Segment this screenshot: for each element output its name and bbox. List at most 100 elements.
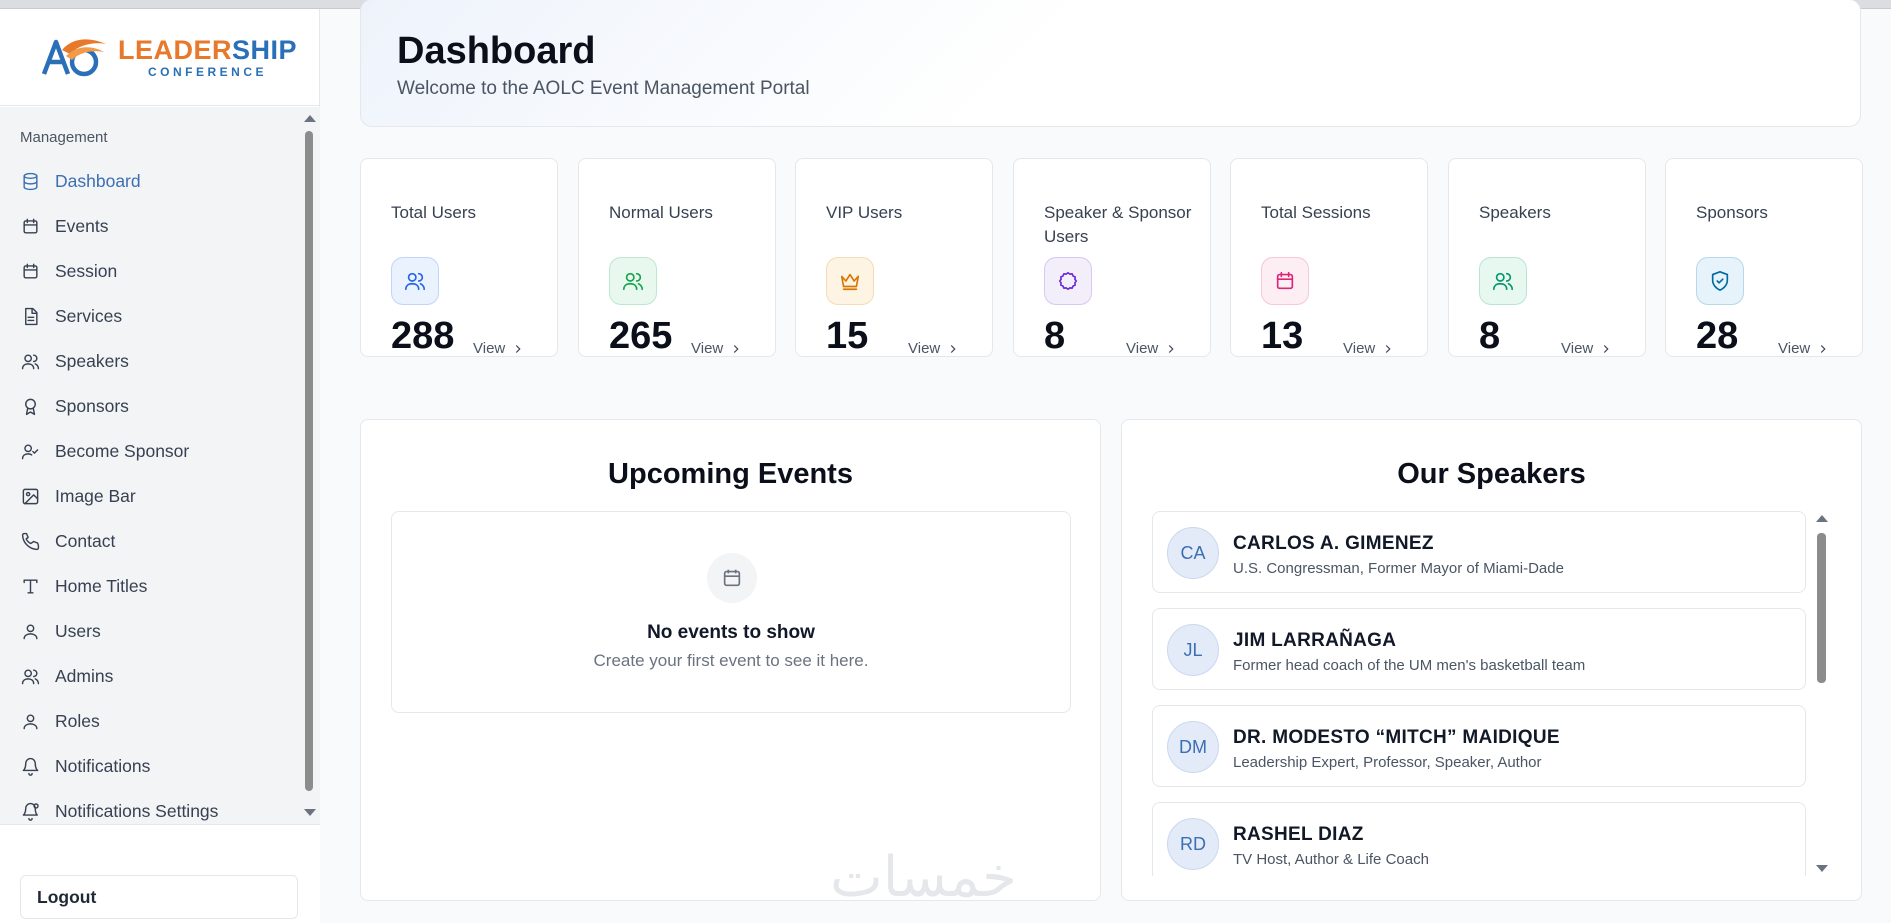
stat-card-speaker-sponsor-users: Speaker & Sponsor Users 8 View — [1013, 158, 1211, 357]
speaker-title: Leadership Expert, Professor, Speaker, A… — [1233, 754, 1542, 771]
stat-card-vip-users: VIP Users 15 View — [795, 158, 993, 357]
stat-label: VIP Users — [826, 203, 903, 222]
speaker-item[interactable]: CA CARLOS A. GIMENEZ U.S. Congressman, For… — [1152, 511, 1806, 593]
sidebar-item-services[interactable]: Services — [0, 294, 300, 339]
sidebar-item-label: Image Bar — [55, 486, 136, 506]
view-link[interactable]: View — [1561, 340, 1613, 357]
calendar-icon — [20, 262, 40, 282]
sidebar-scrollbar[interactable] — [302, 107, 316, 824]
view-link-label: View — [1778, 340, 1811, 357]
type-icon — [20, 577, 40, 597]
sidebar-item-label: Contact — [55, 531, 116, 551]
stat-card-total-users: Total Users 288 View — [360, 158, 558, 357]
speaker-name: DR. MODESTO “MITCH” MAIDIQUE — [1233, 727, 1560, 748]
sidebar-item-image-bar[interactable]: Image Bar — [0, 474, 300, 519]
aolc-logo[interactable]: LEADERSHIP CONFERENCE — [40, 34, 297, 80]
our-speakers-title: Our Speakers — [1397, 458, 1586, 490]
chevron-right-icon — [1169, 344, 1174, 353]
scrollbar-thumb[interactable] — [1817, 533, 1826, 683]
sidebar-item-session[interactable]: Session — [0, 249, 300, 294]
stat-value: 13 — [1261, 315, 1304, 357]
stat-value: 15 — [826, 315, 869, 357]
speaker-item[interactable]: RD RASHEL DIAZ TV Host, Author & Life Coac… — [1152, 802, 1806, 876]
avatar: JL — [1167, 624, 1219, 676]
view-link-label: View — [691, 340, 724, 357]
document-icon — [20, 307, 40, 327]
sidebar-item-label: Session — [55, 261, 118, 281]
sidebar-item-label: Admins — [55, 666, 114, 686]
calendar-icon — [20, 217, 40, 237]
sidebar-item-label: Notifications Settings — [55, 801, 219, 821]
chevron-right-icon — [1386, 344, 1391, 353]
sidebar-item-become-sponsor[interactable]: Become Sponsor — [0, 429, 300, 474]
sidebar-item-notifications[interactable]: Notifications — [0, 744, 300, 789]
scroll-up-arrow-icon[interactable] — [304, 115, 316, 122]
scrollbar-thumb[interactable] — [305, 131, 313, 791]
page-title: Dashboard — [397, 30, 596, 72]
logo-title: LEADERSHIP — [118, 34, 298, 65]
speaker-item[interactable]: DM DR. MODESTO “MITCH” MAIDIQUE Leadership… — [1152, 705, 1806, 787]
chevron-right-icon — [951, 344, 956, 353]
sidebar-item-label: Notifications — [55, 756, 151, 776]
view-link-label: View — [1343, 340, 1376, 357]
sidebar-item-admins[interactable]: Admins — [0, 654, 300, 699]
stat-label: Speaker & Sponsor Users — [1044, 203, 1192, 246]
circle-badge-icon — [1044, 257, 1092, 305]
sidebar-item-label: Sponsors — [55, 396, 129, 416]
stat-label: Sponsors — [1696, 203, 1768, 222]
image-icon — [20, 487, 40, 507]
view-link[interactable]: View — [1778, 340, 1830, 357]
avatar: CA — [1167, 527, 1219, 579]
users-icon — [20, 667, 40, 687]
user-icon — [20, 712, 40, 732]
view-link[interactable]: View — [908, 340, 960, 357]
calendar-icon — [707, 553, 757, 603]
sidebar-item-sponsors[interactable]: Sponsors — [0, 384, 300, 429]
view-link[interactable]: View — [691, 340, 743, 357]
chevron-right-icon — [1821, 344, 1826, 353]
avatar: DM — [1167, 721, 1219, 773]
sidebar-item-events[interactable]: Events — [0, 204, 300, 249]
sidebar-item-dashboard[interactable]: Dashboard — [0, 159, 300, 204]
sidebar-item-label: Services — [55, 306, 123, 326]
sidebar-item-home-titles[interactable]: Home Titles — [0, 564, 300, 609]
scroll-down-arrow-icon[interactable] — [1816, 865, 1828, 872]
speaker-title: Former head coach of the UM men's basket… — [1233, 657, 1586, 674]
speaker-name: CARLOS A. GIMENEZ — [1233, 533, 1434, 554]
user-icon — [20, 622, 40, 642]
sidebar-item-label: Dashboard — [55, 171, 141, 191]
sidebar-item-roles[interactable]: Roles — [0, 699, 300, 744]
sidebar-item-label: Become Sponsor — [55, 441, 190, 461]
page-subtitle: Welcome to the AOLC Event Management Por… — [397, 78, 810, 99]
speaker-item[interactable]: JL JIM LARRAÑAGA Former head coach of the … — [1152, 608, 1806, 690]
view-link[interactable]: View — [1343, 340, 1395, 357]
phone-icon — [20, 532, 40, 552]
scroll-down-arrow-icon[interactable] — [304, 809, 316, 816]
stat-value: 28 — [1696, 315, 1739, 357]
view-link-label: View — [473, 340, 506, 357]
stat-card-normal-users: Normal Users 265 View — [578, 158, 776, 357]
calendar-icon — [1261, 257, 1309, 305]
view-link[interactable]: View — [473, 340, 525, 357]
crown-icon — [826, 257, 874, 305]
logout-button[interactable]: Logout — [20, 875, 298, 919]
empty-events-subtitle: Create your first event to see it here. — [593, 651, 869, 670]
sidebar-item-speakers[interactable]: Speakers — [0, 339, 300, 384]
view-link-label: View — [1126, 340, 1159, 357]
view-link-label: View — [908, 340, 941, 357]
upcoming-events-title: Upcoming Events — [608, 458, 853, 490]
scroll-up-arrow-icon[interactable] — [1816, 515, 1828, 522]
sidebar-nav: Management Dashboard Events Session Service… — [0, 107, 320, 824]
users-icon — [391, 257, 439, 305]
logo-mark-icon — [41, 39, 106, 77]
sidebar-item-users[interactable]: Users — [0, 609, 300, 654]
stat-label: Normal Users — [609, 203, 713, 222]
speakers-scrollbar[interactable] — [1814, 511, 1830, 876]
users-icon — [1479, 257, 1527, 305]
view-link[interactable]: View — [1126, 340, 1178, 357]
users-icon — [20, 352, 40, 372]
bell-icon — [20, 757, 40, 777]
nav-list: Dashboard Events Session Services Speakers Sp… — [0, 159, 300, 834]
sidebar-item-contact[interactable]: Contact — [0, 519, 300, 564]
watermark: خمسات — [830, 845, 1017, 910]
